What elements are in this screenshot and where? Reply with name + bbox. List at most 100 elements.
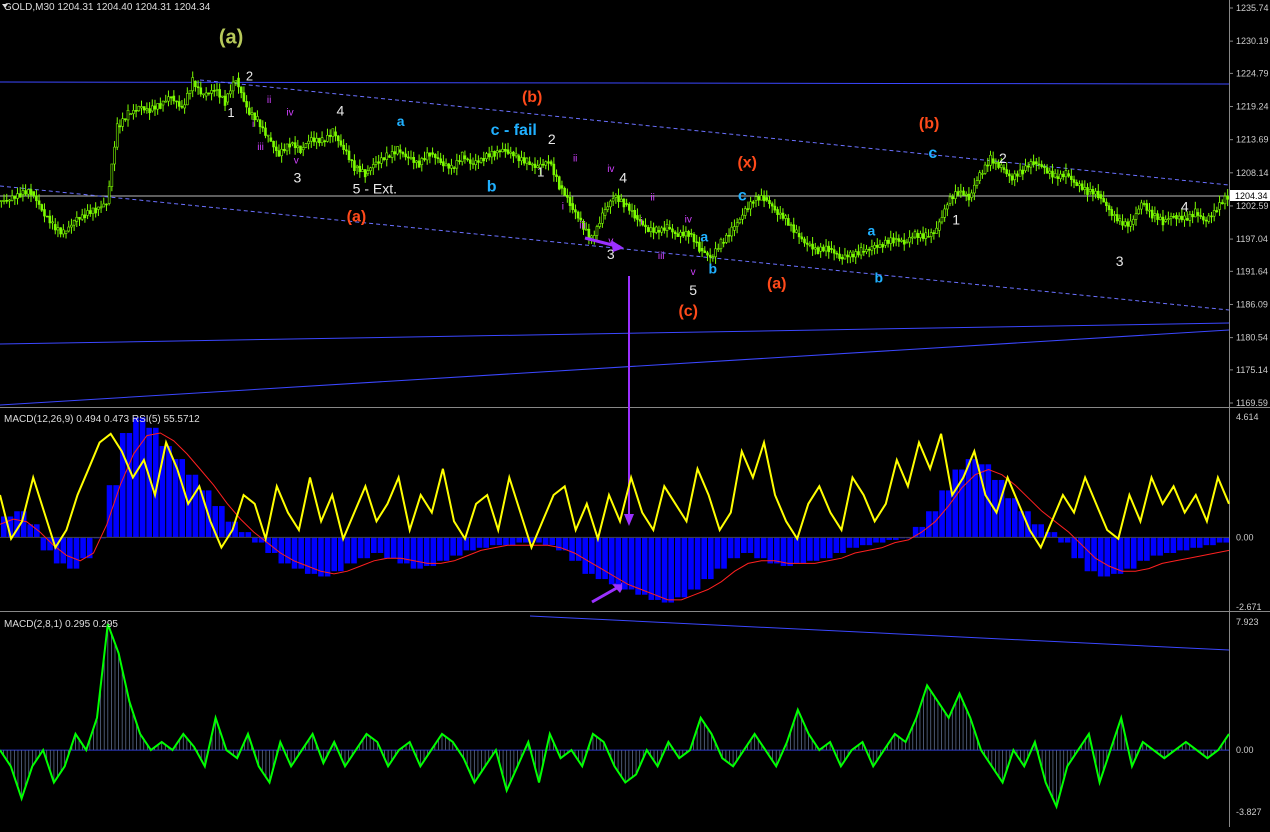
candle-body [1156, 213, 1159, 220]
candle-body [1150, 209, 1154, 219]
candle-body [331, 128, 335, 137]
candle-body [789, 224, 793, 227]
candle-body [1169, 215, 1173, 220]
candle-body [625, 203, 628, 205]
wave-label: (x) [737, 155, 757, 172]
candle-body [428, 152, 432, 157]
macd-bar [1183, 537, 1190, 551]
candle-body [436, 157, 440, 160]
candle-body [487, 153, 491, 158]
macd-bar [1104, 537, 1111, 577]
candle-body [889, 237, 893, 244]
candle-body [88, 210, 92, 214]
candle-body [619, 198, 623, 202]
candle-body [1121, 221, 1124, 226]
chart-window[interactable]: (a) 2 1 ii i iv iii v 4 3 5 - Ext. (a) a (b) c - fail b… [0, 0, 1270, 827]
candle-body [884, 239, 887, 246]
wave-label: 4 [337, 103, 345, 119]
candle-body [943, 208, 946, 218]
candle-body [743, 208, 747, 216]
candle-body [307, 140, 310, 145]
macd-bar [1203, 537, 1210, 546]
candle-body [121, 118, 124, 127]
candle-body [838, 253, 841, 259]
candle-body [377, 161, 380, 164]
candle-body [258, 119, 262, 128]
candle-body [1134, 213, 1138, 220]
candle-body [528, 161, 531, 166]
candle-body [490, 150, 494, 158]
wave-label: i [640, 216, 642, 227]
price-tick-label: 1202.59 [1236, 201, 1269, 211]
wave-label: b [487, 179, 497, 196]
macd-bar [351, 537, 357, 564]
candle-body [439, 158, 442, 164]
candle-body [485, 153, 488, 160]
candle-body [1113, 214, 1116, 216]
candle-body [617, 195, 620, 202]
macd2-panel[interactable] [0, 623, 1230, 810]
macd-panel[interactable] [0, 417, 1230, 603]
candle-body [854, 251, 858, 258]
candle-body [161, 100, 165, 106]
candle-body [719, 238, 723, 249]
candle-body [385, 152, 389, 160]
candle-body [795, 229, 798, 233]
macd2-title: MACD(2,8,1) 0.295 0.295 [4, 619, 118, 630]
candle-body [75, 216, 79, 222]
candle-body [393, 151, 397, 155]
candle-body [180, 106, 184, 108]
candle-body [778, 212, 782, 215]
candle-body [690, 233, 693, 235]
candle-body [13, 195, 17, 199]
candle-body [53, 224, 57, 231]
candle-body [1086, 187, 1089, 195]
candle-body [1226, 195, 1229, 200]
candle-body [547, 161, 550, 164]
candle-body [846, 254, 849, 258]
candle-body [328, 134, 332, 137]
macd-bar [859, 537, 866, 546]
candle-body [951, 196, 955, 200]
candle-body [1029, 161, 1033, 168]
candle-body [248, 107, 251, 115]
candle-body [250, 112, 254, 115]
candle-body [660, 227, 663, 233]
wave-label: 1 [952, 211, 960, 227]
candle-body [320, 137, 324, 144]
chart-canvas[interactable]: (a)21iiiiviiiv435 - Ext.(a)a(b)c - failb… [0, 0, 1270, 827]
macd-bar [1097, 537, 1104, 577]
candle-body [1202, 216, 1205, 221]
candle-body [765, 197, 769, 201]
candle-body [396, 146, 399, 155]
candle-body [1008, 173, 1011, 177]
macd-bar [344, 537, 351, 564]
candle-body [433, 154, 437, 158]
macd-bar [826, 537, 833, 559]
price-tick-label: 1180.54 [1236, 333, 1268, 343]
trendline-horizontal[interactable] [0, 81, 1230, 85]
wave-label: ii [650, 193, 654, 204]
candle-body [603, 209, 607, 216]
candle-body [1064, 170, 1068, 178]
macd-bar [661, 537, 668, 603]
candle-body [21, 190, 25, 195]
candle-body [199, 87, 203, 95]
candle-body [62, 229, 65, 235]
candle-body [1013, 173, 1017, 180]
candle-body [495, 150, 499, 154]
price-tick-label: 1197.04 [1236, 234, 1268, 244]
candle-body [832, 249, 836, 254]
candle-body [97, 206, 100, 210]
candle-body [964, 193, 968, 196]
candle-body [207, 92, 211, 95]
macd-bar [60, 537, 67, 564]
macd-bar [192, 474, 199, 538]
candle-body [959, 190, 963, 193]
candle-body [1075, 182, 1079, 186]
candle-body [630, 210, 634, 212]
candle-body [1005, 169, 1008, 175]
candle-body [902, 239, 906, 245]
trendline-macd2[interactable] [529, 615, 1230, 651]
candle-body [614, 195, 618, 198]
